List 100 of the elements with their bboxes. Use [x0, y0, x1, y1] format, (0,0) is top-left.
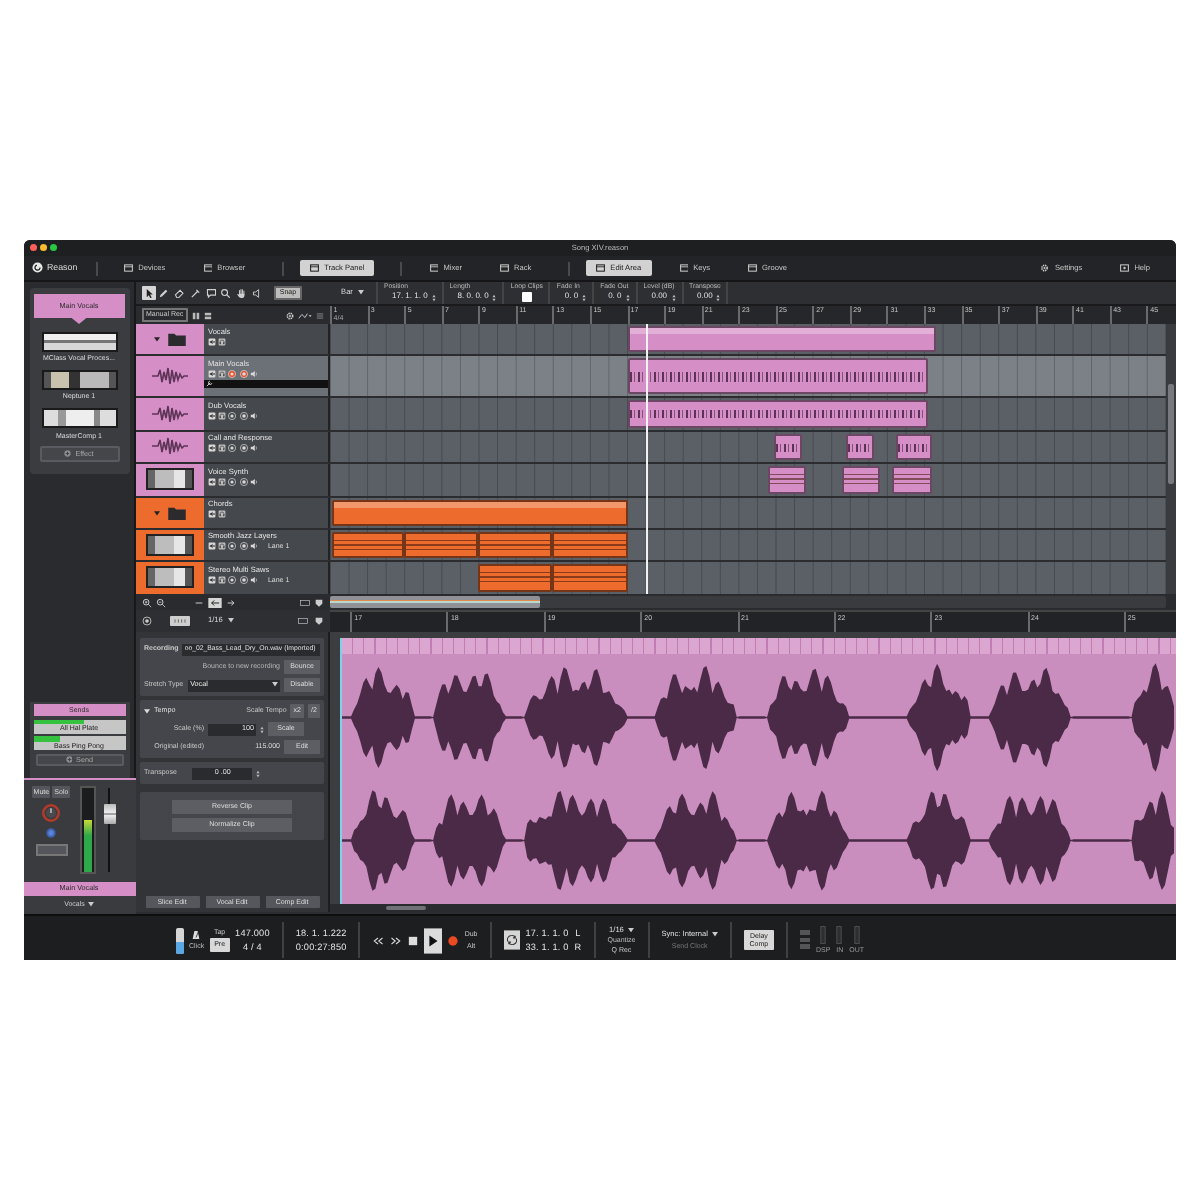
click-volume-slider[interactable]: [176, 927, 183, 953]
overview-thumb[interactable]: [330, 596, 539, 608]
metronome-icon[interactable]: [192, 929, 201, 940]
dash-icon[interactable]: [194, 597, 204, 607]
zoom-out-icon[interactable]: [156, 597, 166, 607]
device-image[interactable]: [41, 369, 117, 390]
mute-icon[interactable]: [208, 510, 216, 519]
overview-bar[interactable]: [330, 596, 1166, 608]
record-icon[interactable]: [228, 575, 237, 584]
headphones-icon[interactable]: [218, 542, 227, 551]
note-clip[interactable]: [552, 564, 628, 591]
speaker-icon[interactable]: [249, 444, 258, 453]
note-clip[interactable]: [842, 466, 880, 493]
scrollbar[interactable]: [1168, 384, 1174, 484]
audio-clip[interactable]: [627, 400, 929, 427]
record-icon[interactable]: [142, 616, 152, 626]
headphones-icon[interactable]: [218, 444, 227, 453]
hand-tool-button[interactable]: [235, 286, 249, 300]
record-icon[interactable]: [228, 477, 237, 486]
mute-icon[interactable]: [208, 444, 216, 453]
speaker-icon[interactable]: [249, 411, 258, 420]
mute-icon[interactable]: [208, 411, 216, 420]
mute-icon[interactable]: [208, 542, 216, 551]
record-button-icon[interactable]: [448, 935, 459, 945]
play-button-icon[interactable]: [424, 927, 443, 953]
grid-toggle-icon[interactable]: [170, 616, 190, 626]
audio-clip[interactable]: [846, 433, 875, 460]
spinner-icon: [716, 293, 721, 302]
zoom-in-icon[interactable]: [142, 597, 152, 607]
settings-icon[interactable]: [286, 311, 294, 319]
audio-clip[interactable]: [896, 433, 932, 460]
monitor-icon[interactable]: [239, 477, 248, 486]
rewind-icon[interactable]: [372, 935, 385, 945]
mute-icon[interactable]: [208, 369, 216, 378]
arrow-right-icon[interactable]: [226, 597, 236, 607]
record-icon[interactable]: [228, 369, 237, 378]
device-thumbnail: [146, 468, 194, 491]
comment-tool-button[interactable]: [204, 286, 218, 300]
note-clip[interactable]: [552, 531, 628, 558]
scrollbar[interactable]: [386, 905, 426, 911]
mute-icon[interactable]: [208, 477, 216, 486]
note-clip[interactable]: [478, 531, 553, 558]
note-clip[interactable]: [768, 466, 806, 493]
stop-icon[interactable]: [408, 935, 419, 945]
headphones-icon[interactable]: [218, 477, 227, 486]
fast-forward-icon[interactable]: [390, 935, 403, 945]
note-clip[interactable]: [892, 466, 932, 493]
volume-fader[interactable]: [99, 786, 119, 874]
note-clip[interactable]: [331, 531, 405, 558]
headphones-icon[interactable]: [218, 411, 227, 420]
razor-tool-button[interactable]: [188, 286, 202, 300]
record-icon[interactable]: [228, 542, 237, 551]
arrow-left-icon[interactable]: [208, 597, 222, 607]
monitor-icon[interactable]: [239, 444, 248, 453]
monitor-icon[interactable]: [239, 542, 248, 551]
expand-triangle-icon[interactable]: [154, 336, 160, 342]
pencil-tool-button[interactable]: [157, 286, 171, 300]
zoom-icon[interactable]: [50, 244, 57, 252]
pointer-icon: [143, 287, 154, 299]
note-clip[interactable]: [478, 564, 553, 591]
insert-slot[interactable]: [35, 844, 67, 856]
automation-icon[interactable]: [298, 311, 312, 319]
record-icon[interactable]: [228, 444, 237, 453]
monitor-icon[interactable]: [239, 411, 248, 420]
checkbox[interactable]: [522, 292, 532, 302]
expand-triangle-icon[interactable]: [154, 509, 160, 515]
monitor-icon[interactable]: [239, 369, 248, 378]
headphones-icon[interactable]: [218, 575, 227, 584]
headphones-icon[interactable]: [218, 510, 227, 519]
magnifier-tool-button[interactable]: [219, 286, 233, 300]
headphones-icon[interactable]: [218, 369, 227, 378]
headphones-icon[interactable]: [218, 337, 227, 346]
close-icon[interactable]: [30, 244, 37, 252]
fader-handle[interactable]: [103, 803, 115, 823]
knob-icon[interactable]: [46, 828, 56, 838]
audio-clip[interactable]: [773, 433, 802, 460]
minimize-icon[interactable]: [40, 244, 47, 252]
speaker-icon[interactable]: [249, 575, 258, 584]
audio-clip[interactable]: [627, 358, 929, 394]
device-image[interactable]: [41, 331, 117, 352]
record-icon[interactable]: [228, 411, 237, 420]
caret-icon[interactable]: [228, 618, 235, 624]
spinner-icon: [492, 293, 497, 302]
expand-triangle-icon[interactable]: [144, 708, 150, 714]
folder-clip[interactable]: [331, 499, 628, 525]
pointer-tool-button[interactable]: [142, 286, 155, 300]
mute-icon[interactable]: [208, 575, 216, 584]
loop-button-icon[interactable]: [503, 930, 520, 950]
knob-icon[interactable]: [42, 804, 60, 822]
note-clip[interactable]: [404, 531, 479, 558]
device-image[interactable]: [41, 408, 117, 428]
folder-clip[interactable]: [627, 326, 936, 352]
eraser-tool-button[interactable]: [173, 286, 187, 300]
speaker-tool-button[interactable]: [251, 286, 265, 300]
mute-icon[interactable]: [208, 337, 216, 346]
speaker-icon[interactable]: [249, 477, 258, 486]
marker-icon[interactable]: [314, 616, 324, 626]
monitor-icon[interactable]: [239, 575, 248, 584]
speaker-icon[interactable]: [249, 542, 258, 551]
speaker-icon[interactable]: [249, 369, 258, 378]
